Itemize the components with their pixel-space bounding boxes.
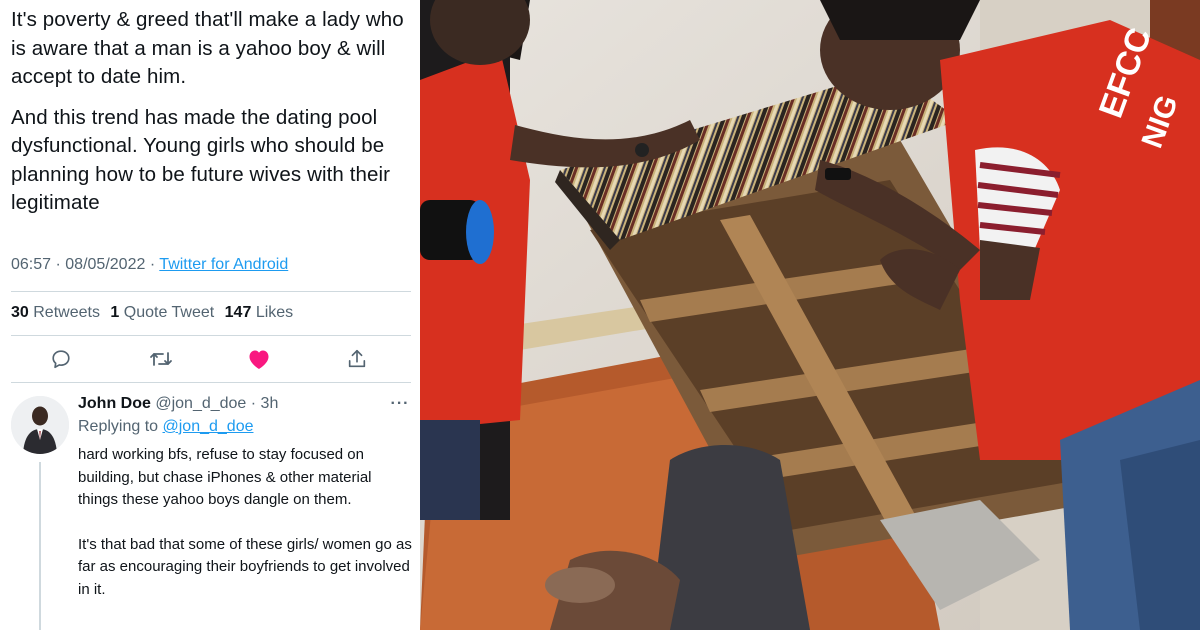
divider xyxy=(11,335,411,336)
separator-dot: · xyxy=(149,256,160,273)
tweet-action-bar xyxy=(40,344,380,374)
more-options-icon[interactable]: ··· xyxy=(388,394,412,414)
heart-filled-icon xyxy=(249,350,269,369)
retweet-button[interactable] xyxy=(146,344,176,374)
retweets-stat[interactable]: 30 Retweets xyxy=(11,304,100,321)
separator-dot: · xyxy=(246,395,261,412)
likes-label: Likes xyxy=(255,304,294,321)
retweet-icon xyxy=(150,352,172,366)
tweet-time[interactable]: 06:57 xyxy=(11,256,51,273)
photo-image: EFCC NIG xyxy=(420,0,1200,630)
comment-icon xyxy=(52,350,70,369)
tweet-paragraph: And this trend has made the dating pool … xyxy=(11,105,391,215)
tweet-text: It's poverty & greed that'll make a lady… xyxy=(11,6,411,218)
quotes-stat[interactable]: 1 Quote Tweet xyxy=(110,304,214,321)
tweet-client-link[interactable]: Twitter for Android xyxy=(159,256,288,273)
tweet-paragraph: It's poverty & greed that'll make a lady… xyxy=(11,8,404,88)
replying-to-link[interactable]: @jon_d_doe xyxy=(163,418,254,435)
tweet-date[interactable]: 08/05/2022 xyxy=(65,256,145,273)
news-photo: EFCC NIG xyxy=(420,0,1200,630)
avatar[interactable] xyxy=(11,396,69,454)
reply-time[interactable]: 3h xyxy=(261,395,279,412)
share-button[interactable] xyxy=(342,344,372,374)
quotes-label: Quote Tweet xyxy=(123,304,215,321)
retweets-count: 30 xyxy=(11,304,29,321)
separator-dot: · xyxy=(55,256,66,273)
reply-tweet[interactable]: John Doe @jon_d_doe · 3h ··· Replying to… xyxy=(0,392,418,630)
likes-count: 147 xyxy=(224,304,252,321)
tweet-stats: 30 Retweets 1 Quote Tweet 147 Likes xyxy=(11,304,299,322)
divider xyxy=(11,291,411,292)
like-button[interactable] xyxy=(244,344,274,374)
divider xyxy=(11,382,411,383)
retweets-label: Retweets xyxy=(33,304,100,321)
reply-text: hard working bfs, refuse to stay focused… xyxy=(78,444,414,601)
reply-paragraph: It's that bad that some of these girls/ … xyxy=(78,535,412,598)
reply-button[interactable] xyxy=(46,344,76,374)
reply-author-name[interactable]: John Doe xyxy=(78,395,151,412)
replying-label: Replying to xyxy=(78,418,159,435)
reply-author-handle[interactable]: @jon_d_doe xyxy=(155,395,246,412)
quotes-count: 1 xyxy=(110,304,120,321)
share-icon xyxy=(348,349,366,368)
likes-stat[interactable]: 147 Likes xyxy=(225,304,294,321)
tweet-panel: It's poverty & greed that'll make a lady… xyxy=(0,0,418,630)
tweet-timestamp: 06:57 · 08/05/2022 · Twitter for Android xyxy=(11,256,288,274)
replying-to: Replying to @jon_d_doe xyxy=(78,418,253,436)
thread-line xyxy=(39,462,41,630)
reply-header: John Doe @jon_d_doe · 3h xyxy=(78,395,278,413)
reply-paragraph: hard working bfs, refuse to stay focused… xyxy=(78,446,372,508)
